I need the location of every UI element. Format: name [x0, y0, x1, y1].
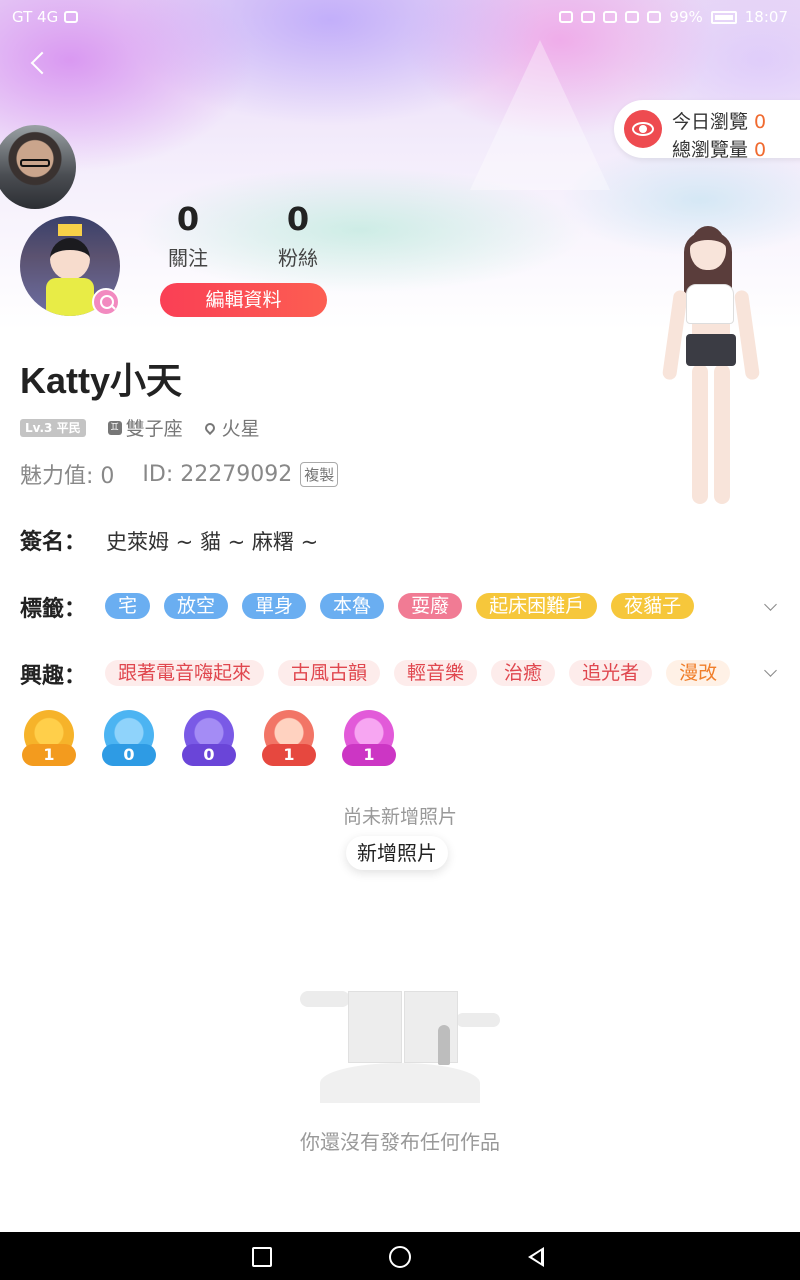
expand-interests-chevron-icon[interactable] [764, 666, 778, 680]
eye-icon [624, 110, 662, 148]
view-count-card[interactable]: 今日瀏覽 0 總瀏覽量 0 [614, 100, 800, 161]
achievement-badges: 1 0 0 1 1 [22, 710, 396, 770]
zodiac-label: 雙子座 [125, 418, 183, 440]
home-icon[interactable] [389, 1246, 411, 1268]
following-count: 0 [176, 200, 200, 238]
tags-label: 標籤： [20, 597, 87, 622]
zodiac-item: ♊ 雙子座 [107, 414, 183, 441]
interest-chip[interactable]: 跟著電音嗨起來 [105, 660, 265, 686]
today-views-label: 今日瀏覽 [672, 111, 749, 133]
badge-count: 1 [22, 744, 76, 766]
recent-apps-icon[interactable] [252, 1247, 272, 1267]
avatar-character-figure[interactable] [658, 220, 768, 520]
document-badge-icon[interactable]: 0 [102, 710, 156, 770]
edit-profile-button[interactable]: 編輯資料 [160, 283, 327, 317]
interest-chip[interactable]: 追光者 [569, 660, 653, 686]
today-views-count: 0 [754, 111, 767, 133]
add-photo-button[interactable]: 新增照片 [346, 836, 448, 870]
back-triangle-icon[interactable] [528, 1247, 544, 1267]
female-gender-icon [92, 288, 120, 316]
fans-label: 粉絲 [278, 246, 318, 270]
signature-label: 簽名： [20, 530, 87, 555]
tag-chip[interactable]: 耍廢 [398, 593, 463, 619]
interest-chip[interactable]: 輕音樂 [394, 660, 478, 686]
tag-chip[interactable]: 宅 [105, 593, 151, 619]
location-item: 火星 [202, 414, 260, 441]
signature-text: 史萊姆 ~ 貓 ~ 麻糬 ~ [106, 530, 319, 554]
crown-badge-icon[interactable]: 1 [22, 710, 76, 770]
badge-count: 0 [102, 744, 156, 766]
gemini-icon: ♊ [107, 420, 122, 435]
empty-works-illustration [296, 985, 506, 1103]
profile-nickname: Katty小天 [20, 360, 183, 401]
tag-chip[interactable]: 本魯 [320, 593, 385, 619]
tags-list: 宅 放空 單身 本魯 耍廢 起床困難戶 夜貓子 [105, 593, 695, 619]
total-views-label: 總瀏覽量 [672, 139, 749, 161]
total-views-row: 總瀏覽量 0 [672, 135, 766, 162]
today-views-row: 今日瀏覽 0 [672, 107, 766, 134]
eye-care-icon [603, 11, 618, 23]
following-stat[interactable]: 0 關注 [148, 200, 228, 271]
carrier-label: GT 4G [12, 8, 59, 26]
expand-tags-chevron-icon[interactable] [764, 600, 778, 614]
discord-icon [64, 11, 79, 23]
interest-chip[interactable]: 治癒 [491, 660, 556, 686]
no-works-text: 你還沒有發布任何作品 [300, 1130, 500, 1154]
no-photo-text: 尚未新增照片 [342, 806, 457, 828]
charm-value: 魅力值: 0 [20, 464, 115, 489]
badge-count: 0 [182, 744, 236, 766]
car-badge-icon[interactable]: 0 [182, 710, 236, 770]
level-badge: Lv.3 平民 [20, 418, 86, 437]
interests-list: 跟著電音嗨起來 古風古韻 輕音樂 治癒 追光者 漫改 [105, 660, 731, 686]
tag-chip[interactable]: 單身 [242, 593, 307, 619]
user-id: ID: 22279092 [142, 461, 293, 487]
total-views-count: 0 [754, 139, 767, 161]
fans-count: 0 [286, 200, 310, 238]
back-arrow-icon[interactable] [22, 46, 56, 80]
microphone-badge-icon[interactable]: 1 [342, 710, 396, 770]
tag-chip[interactable]: 放空 [164, 593, 229, 619]
status-bar: GT 4G 99% 18:07 [0, 0, 800, 34]
profile-meta-row: Lv.3 平民 ♊ 雙子座 火星 [20, 414, 260, 441]
clock: 18:07 [744, 8, 788, 26]
tag-chip[interactable]: 夜貓子 [611, 593, 695, 619]
wifi-icon [625, 11, 640, 23]
fans-stat[interactable]: 0 粉絲 [258, 200, 338, 271]
mute-icon [581, 11, 596, 23]
interest-chip[interactable]: 漫改 [666, 660, 731, 686]
following-label: 關注 [168, 246, 208, 270]
signal-icon [647, 11, 662, 23]
interests-label: 興趣： [20, 664, 87, 689]
system-nav-bar [0, 1232, 800, 1280]
copy-id-button[interactable]: 複製 [300, 461, 339, 487]
charm-id-row: 魅力值: 0 ID: 22279092 複製 [20, 458, 339, 490]
badge-count: 1 [342, 744, 396, 766]
location-pin-icon [202, 420, 217, 435]
interest-chip[interactable]: 古風古韻 [278, 660, 381, 686]
battery-icon [710, 10, 737, 24]
badge-count: 1 [262, 744, 316, 766]
tag-chip[interactable]: 起床困難戶 [476, 593, 598, 619]
location-label: 火星 [221, 418, 260, 440]
headphones-icon [559, 11, 574, 23]
person-badge-icon[interactable]: 1 [262, 710, 316, 770]
battery-percent: 99% [669, 8, 703, 26]
cover-prism-decoration [470, 40, 610, 190]
